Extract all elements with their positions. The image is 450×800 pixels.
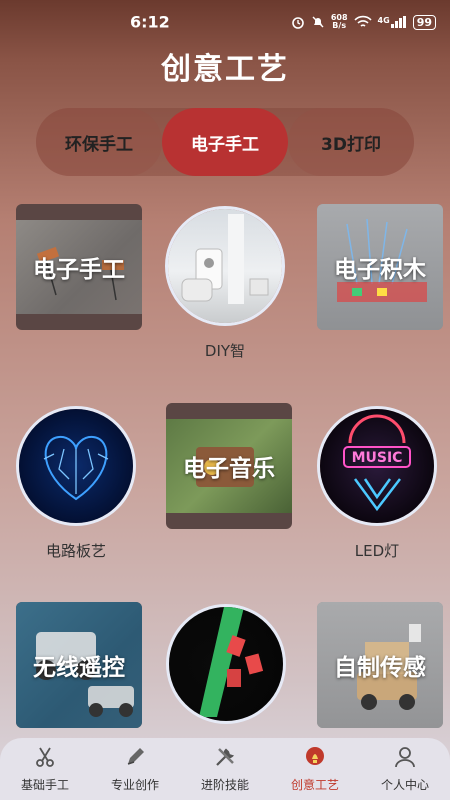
electronic-craft-card[interactable]: 电子手工	[16, 204, 142, 330]
circuit-board-art-card[interactable]	[16, 406, 136, 526]
svg-text:MUSIC: MUSIC	[352, 450, 403, 466]
grid-item-electronic-music[interactable]: 电子音乐	[166, 403, 292, 529]
nav-creative-craft[interactable]: 创意工艺	[270, 744, 360, 796]
circle-card-3-image	[169, 607, 283, 721]
led-light-caption: LED灯	[354, 542, 400, 560]
nav-basic-craft[interactable]: 基础手工	[0, 744, 90, 796]
grid-item-electronic-craft[interactable]: 电子手工	[16, 204, 142, 330]
grid-item-diy-smart[interactable]: DIY智	[165, 206, 285, 360]
bottom-nav: 基础手工 专业创作 进阶技能 创意工艺 个人中心	[0, 738, 450, 800]
signal-icon: 4G	[378, 16, 407, 28]
grid-item-electronic-blocks[interactable]: 电子积木	[317, 204, 443, 330]
status-time: 6:12	[130, 12, 170, 32]
diy-sensor-label: 自制传感	[334, 655, 426, 681]
nav-profile[interactable]: 个人中心	[360, 744, 450, 796]
tools-icon	[180, 744, 270, 770]
grid-item-diy-sensor[interactable]: 自制传感	[317, 602, 443, 728]
diy-smart-image	[168, 209, 282, 323]
wireless-remote-label: 无线遥控	[33, 655, 125, 681]
nav-pro-creation-label: 专业创作	[110, 778, 159, 792]
nav-basic-craft-label: 基础手工	[20, 778, 69, 792]
circuit-board-art-image	[19, 409, 133, 523]
grid-item-led-circle-3[interactable]	[166, 604, 286, 724]
tab-electronic-craft[interactable]: 电子手工	[162, 108, 288, 176]
scissors-icon	[0, 744, 90, 770]
electronic-music-card[interactable]: 电子音乐	[166, 403, 292, 529]
electronic-craft-label: 电子手工	[33, 257, 125, 283]
grid-item-led-light[interactable]: MUSIC LED灯	[317, 406, 437, 560]
mute-bell-icon	[311, 15, 325, 29]
alarm-icon	[291, 15, 305, 29]
led-light-image: MUSIC	[320, 409, 434, 523]
circuit-board-art-caption: 电路板艺	[45, 542, 106, 560]
nav-profile-label: 个人中心	[380, 778, 429, 792]
led-light-card[interactable]: MUSIC	[317, 406, 437, 526]
electronic-music-label: 电子音乐	[183, 456, 275, 482]
net-speed-unit: B/s	[332, 21, 347, 30]
nav-advanced-skills[interactable]: 进阶技能	[180, 744, 270, 796]
tab-eco-craft[interactable]: 环保手工	[36, 108, 162, 176]
signal-label: 4G	[377, 16, 390, 25]
category-tabs: 环保手工 电子手工 3D打印	[36, 108, 414, 176]
nav-creative-craft-label: 创意工艺	[290, 778, 339, 792]
wifi-icon	[353, 15, 372, 29]
lightbulb-icon	[270, 744, 360, 770]
diy-smart-caption: DIY智	[204, 342, 246, 360]
nav-pro-creation[interactable]: 专业创作	[90, 744, 180, 796]
pencil-icon	[90, 744, 180, 770]
status-bar: 6:12 608 B/s 4G 99	[0, 0, 450, 34]
grid-item-circuit-board-art[interactable]: 电路板艺	[16, 406, 136, 560]
person-icon	[360, 744, 450, 770]
battery-indicator: 99	[412, 14, 436, 30]
diy-smart-card[interactable]	[165, 206, 285, 326]
page-title: 创意工艺	[161, 52, 289, 87]
tab-3d-print[interactable]: 3D打印	[288, 108, 414, 176]
wireless-remote-card[interactable]: 无线遥控	[16, 602, 142, 728]
circle-card-3[interactable]	[166, 604, 286, 724]
grid-item-wireless-remote[interactable]: 无线遥控	[16, 602, 142, 728]
net-speed: 608 B/s	[331, 14, 348, 30]
electronic-blocks-card[interactable]: 电子积木	[317, 204, 443, 330]
diy-sensor-card[interactable]: 自制传感	[317, 602, 443, 728]
electronic-blocks-label: 电子积木	[334, 257, 426, 283]
nav-advanced-skills-label: 进阶技能	[200, 778, 249, 792]
status-icons: 608 B/s 4G 99	[291, 14, 436, 30]
